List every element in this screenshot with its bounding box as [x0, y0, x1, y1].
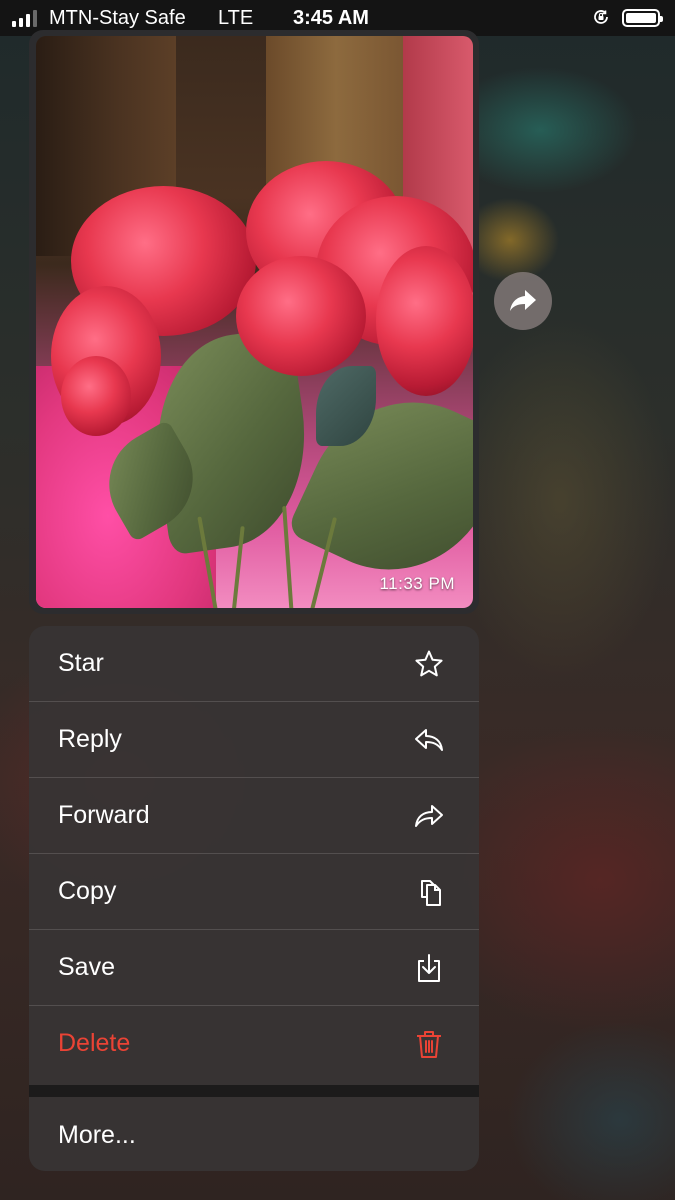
- network-type: LTE: [218, 7, 254, 29]
- menu-item-label: Save: [58, 953, 115, 981]
- message-timestamp: 11:33 PM: [379, 574, 455, 593]
- menu-item-forward[interactable]: Forward: [29, 778, 479, 854]
- copy-icon: [421, 880, 441, 906]
- menu-item-label: Reply: [58, 725, 122, 753]
- rotation-lock-icon: [594, 10, 608, 24]
- menu-item-copy[interactable]: Copy: [29, 854, 479, 930]
- roses-photo[interactable]: 11:33 PM: [36, 36, 473, 608]
- trash-icon: [417, 1031, 441, 1058]
- menu-item-star[interactable]: Star: [29, 626, 479, 702]
- message-context-menu: Star Reply Forward Copy Save Delete More…: [29, 626, 479, 1171]
- quick-forward-button[interactable]: [494, 272, 552, 330]
- reply-icon: [415, 729, 443, 751]
- status-time: 3:45 AM: [293, 7, 369, 29]
- menu-section-divider: [29, 1085, 479, 1097]
- menu-item-label: Forward: [58, 801, 150, 829]
- menu-item-label: More...: [58, 1121, 136, 1149]
- cell-signal-icon: [12, 9, 37, 27]
- menu-item-label: Star: [58, 649, 104, 677]
- forward-arrow-icon: [510, 290, 536, 311]
- battery-icon: [622, 9, 663, 27]
- image-message-bubble[interactable]: 11:33 PM: [29, 30, 479, 614]
- menu-item-label: Copy: [58, 877, 117, 905]
- menu-item-save[interactable]: Save: [29, 930, 479, 1006]
- carrier-name: MTN-Stay Safe: [49, 7, 186, 29]
- menu-item-more[interactable]: More...: [29, 1097, 479, 1171]
- menu-item-label: Delete: [58, 1029, 131, 1057]
- menu-item-reply[interactable]: Reply: [29, 702, 479, 778]
- forward-icon: [415, 805, 443, 827]
- save-download-icon: [418, 954, 440, 982]
- menu-item-delete[interactable]: Delete: [29, 1006, 479, 1085]
- star-icon: [415, 650, 443, 677]
